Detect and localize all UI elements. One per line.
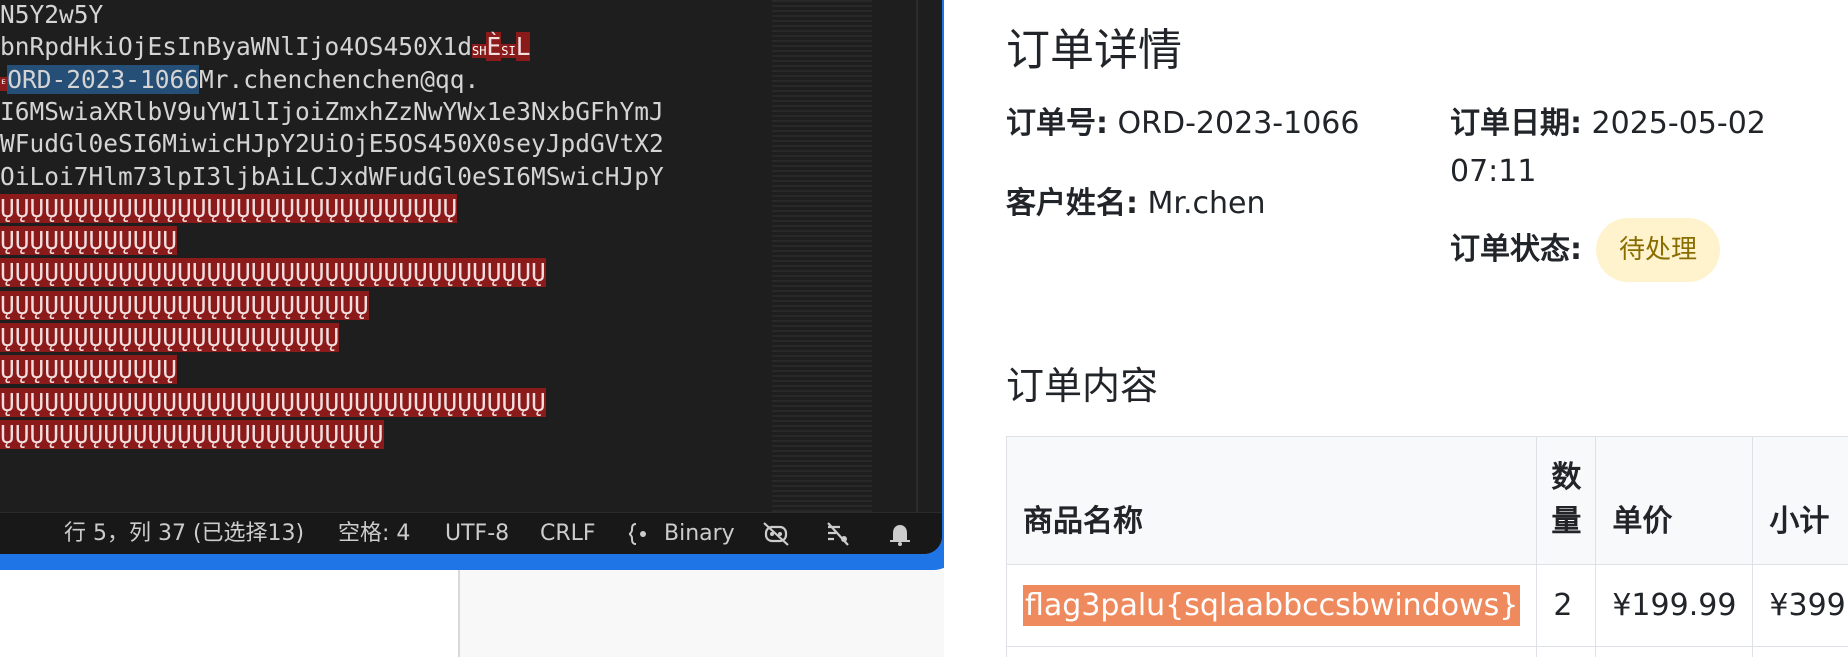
order-date-value: 2025-05-02: [1591, 106, 1766, 141]
column-header-price: 单价: [1595, 436, 1754, 565]
column-header-subtotal: 小计: [1752, 436, 1848, 565]
code-token: I6MSwiaXRlbV9uYW1lIjoiZmxhZzNwYWx1e3NxbG…: [0, 96, 664, 126]
quantity-cell: 2: [1536, 564, 1597, 647]
background-panel: [460, 570, 944, 657]
table-row: [1005, 646, 1848, 657]
panel-divider: [458, 570, 460, 657]
order-number-value: ORD-2023-1066: [1117, 106, 1360, 141]
code-token: ŲŲŲŲŲŲŲŲŲŲŲŲŲŲŲŲŲŲŲŲŲŲŲŲŲŲŲŲŲŲŲ: [0, 193, 458, 223]
code-token: Mr.chenchenchen@qq.: [199, 64, 480, 94]
order-status-label: 订单状态:: [1450, 226, 1582, 274]
code-token: ŲŲŲŲŲŲŲŲŲŲŲŲŲŲŲŲŲŲŲŲŲŲŲ: [0, 323, 340, 352]
product-name-cell: flag3palu{sqlaabbccsbwindows}: [1005, 564, 1538, 647]
language-mode[interactable]: Binary: [664, 513, 735, 554]
code-token: WFudGl0eSI6MiwicHJpY2UiOjE5OS450X0seyJpd…: [0, 129, 664, 159]
code-token: L: [515, 32, 531, 62]
order-time-value: 07:11: [1450, 154, 1537, 189]
status-badge: 待处理: [1596, 218, 1720, 282]
code-line[interactable]: ŲŲŲŲŲŲŲŲŲŲŲŲŲŲŲŲŲŲŲŲŲŲŲŲŲŲ: [0, 416, 384, 454]
bell-icon[interactable]: [886, 521, 914, 547]
code-token: N5Y2w5Y: [0, 0, 104, 29]
vertical-scrollbar[interactable]: [916, 0, 918, 512]
minimap[interactable]: [772, 0, 872, 512]
code-token: ORD-2023-1066: [7, 64, 199, 94]
code-token: ŲŲŲŲŲŲŲŲŲŲŲŲŲŲŲŲŲŲŲŲŲŲŲŲŲŲŲŲŲŲŲŲŲŲŲŲŲ: [0, 258, 546, 288]
cursor-position[interactable]: 行 5，列 37 (已选择13): [64, 513, 304, 554]
customer-name-value: Mr.chen: [1147, 186, 1266, 221]
editor-text-area[interactable]: N5Y2w5Y bnRpdHkiOjEsInByaWNlIjo4OS450X1dS…: [0, 0, 770, 512]
code-token: È: [486, 32, 502, 62]
code-editor[interactable]: N5Y2w5Y bnRpdHkiOjEsInByaWNlIjo4OS450X1dS…: [0, 0, 942, 554]
table-row: flag3palu{sqlaabbccsbwindows} 2 ¥199.99 …: [1005, 564, 1848, 647]
code-token: ŲŲŲŲŲŲŲŲŲŲŲŲŲŲŲŲŲŲŲŲŲŲŲŲŲ: [0, 290, 369, 320]
page-title: 订单详情: [1006, 25, 1182, 76]
code-token: ŲŲŲŲŲŲŲŲŲŲŲŲŲŲŲŲŲŲŲŲŲŲŲŲŲŲŲŲŲŲŲŲŲŲŲŲŲ: [0, 387, 546, 417]
order-detail-page: 订单详情 订单号: ORD-2023-1066 订单日期: 2025-05-02…: [944, 0, 1848, 657]
code-token: ŲŲŲŲŲŲŲŲŲŲŲŲ: [0, 226, 178, 256]
code-token: SH: [472, 44, 487, 59]
encoding-setting[interactable]: UTF-8: [445, 513, 509, 554]
order-number-label: 订单号:: [1006, 106, 1108, 141]
status-bar: 行 5，列 37 (已选择13) 空格: 4 UTF-8 CRLF Binary: [0, 512, 942, 554]
code-token: SI: [501, 44, 516, 59]
order-items-table: 商品名称 数 量 单价 小计 flag3palu{sqlaabbccsbwind…: [1005, 436, 1848, 657]
code-token: bnRpdHkiOjEsInByaWNlIjo4OS450X1d: [0, 32, 473, 62]
order-number-field: 订单号: ORD-2023-1066: [1006, 100, 1359, 148]
price-cell: ¥199.99: [1595, 564, 1754, 647]
order-date-field: 订单日期: 2025-05-02: [1450, 100, 1766, 148]
order-status-label-text: 订单状态:: [1450, 232, 1582, 267]
copilot-off-icon[interactable]: [762, 521, 790, 547]
broadcast-off-icon[interactable]: [824, 521, 852, 547]
customer-name-label: 客户姓名:: [1006, 186, 1138, 221]
column-header-product: 商品名称: [1005, 436, 1538, 565]
eol-setting[interactable]: CRLF: [540, 513, 596, 554]
column-header-quantity: 数 量: [1536, 436, 1597, 565]
indentation-setting[interactable]: 空格: 4: [338, 513, 410, 554]
product-name: flag3palu{sqlaabbccsbwindows}: [1023, 585, 1521, 626]
code-token: OiLoi7Hlm73lpI3ljbAiLCJxdWFudGl0eSI6MSwi…: [0, 161, 664, 191]
code-token: ŲŲŲŲŲŲŲŲŲŲŲŲ: [0, 355, 178, 385]
customer-name-field: 客户姓名: Mr.chen: [1006, 180, 1266, 228]
code-token: ŲŲŲŲŲŲŲŲŲŲŲŲŲŲŲŲŲŲŲŲŲŲŲŲŲŲ: [0, 419, 384, 449]
subtotal-cell: ¥399.9: [1752, 564, 1848, 647]
braces-icon: [626, 521, 654, 547]
order-date-label: 订单日期:: [1450, 106, 1582, 141]
order-content-title: 订单内容: [1006, 364, 1159, 408]
